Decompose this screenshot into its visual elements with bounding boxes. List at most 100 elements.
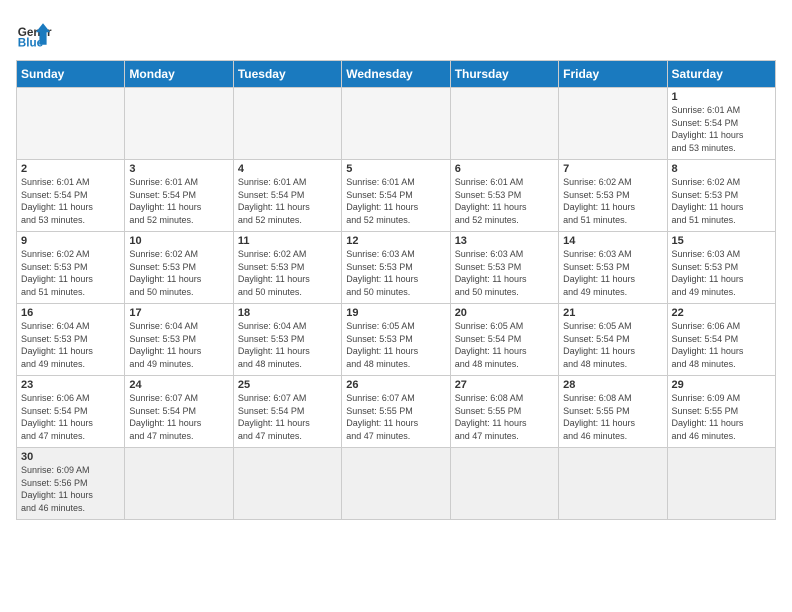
weekday-header-saturday: Saturday <box>667 61 775 88</box>
calendar-cell: 28Sunrise: 6:08 AM Sunset: 5:55 PM Dayli… <box>559 376 667 448</box>
calendar-cell: 26Sunrise: 6:07 AM Sunset: 5:55 PM Dayli… <box>342 376 450 448</box>
day-info: Sunrise: 6:01 AM Sunset: 5:53 PM Dayligh… <box>455 176 554 226</box>
calendar-table: SundayMondayTuesdayWednesdayThursdayFrid… <box>16 60 776 520</box>
day-number: 6 <box>455 163 554 175</box>
day-number: 7 <box>563 163 662 175</box>
day-info: Sunrise: 6:02 AM Sunset: 5:53 PM Dayligh… <box>563 176 662 226</box>
calendar-cell: 13Sunrise: 6:03 AM Sunset: 5:53 PM Dayli… <box>450 232 558 304</box>
day-number: 3 <box>129 163 228 175</box>
day-number: 4 <box>238 163 337 175</box>
calendar-cell <box>125 88 233 160</box>
calendar-cell: 5Sunrise: 6:01 AM Sunset: 5:54 PM Daylig… <box>342 160 450 232</box>
calendar-cell <box>17 88 125 160</box>
calendar-cell: 21Sunrise: 6:05 AM Sunset: 5:54 PM Dayli… <box>559 304 667 376</box>
day-number: 28 <box>563 379 662 391</box>
calendar-cell: 8Sunrise: 6:02 AM Sunset: 5:53 PM Daylig… <box>667 160 775 232</box>
day-info: Sunrise: 6:09 AM Sunset: 5:55 PM Dayligh… <box>672 392 771 442</box>
day-number: 12 <box>346 235 445 247</box>
day-number: 20 <box>455 307 554 319</box>
day-info: Sunrise: 6:01 AM Sunset: 5:54 PM Dayligh… <box>346 176 445 226</box>
calendar-cell: 22Sunrise: 6:06 AM Sunset: 5:54 PM Dayli… <box>667 304 775 376</box>
day-number: 23 <box>21 379 120 391</box>
calendar-week-4: 16 Sunrise: 6:04 AM Sunset: 5:53 PM Dayli… <box>17 304 776 376</box>
calendar-cell <box>559 88 667 160</box>
day-info: Sunrise: 6:01 AM Sunset: 5:54 PM Dayligh… <box>21 176 120 226</box>
day-number: 27 <box>455 379 554 391</box>
day-info: Sunrise: 6:03 AM Sunset: 5:53 PM Dayligh… <box>455 248 554 298</box>
calendar-cell: 3Sunrise: 6:01 AM Sunset: 5:54 PM Daylig… <box>125 160 233 232</box>
calendar-cell: 25Sunrise: 6:07 AM Sunset: 5:54 PM Dayli… <box>233 376 341 448</box>
calendar-cell: 18Sunrise: 6:04 AM Sunset: 5:53 PM Dayli… <box>233 304 341 376</box>
day-number: 26 <box>346 379 445 391</box>
day-info: Sunrise: 6:04 AM Sunset: 5:53 PM Dayligh… <box>129 320 228 370</box>
calendar-cell <box>233 448 341 520</box>
calendar-cell: 11Sunrise: 6:02 AM Sunset: 5:53 PM Dayli… <box>233 232 341 304</box>
day-info: Sunrise: 6:01 AM Sunset: 5:54 PM Dayligh… <box>129 176 228 226</box>
page-header: General Blue <box>16 16 776 52</box>
day-number: 19 <box>346 307 445 319</box>
day-info: Sunrise: 6:09 AM Sunset: 5:56 PM Dayligh… <box>21 464 120 514</box>
day-number: 2 <box>21 163 120 175</box>
logo: General Blue <box>16 16 52 52</box>
weekday-header-thursday: Thursday <box>450 61 558 88</box>
calendar-cell: 24Sunrise: 6:07 AM Sunset: 5:54 PM Dayli… <box>125 376 233 448</box>
day-info: Sunrise: 6:06 AM Sunset: 5:54 PM Dayligh… <box>21 392 120 442</box>
day-number: 15 <box>672 235 771 247</box>
day-number: 18 <box>238 307 337 319</box>
calendar-cell <box>450 448 558 520</box>
day-info: Sunrise: 6:01 AM Sunset: 5:54 PM Dayligh… <box>672 104 771 154</box>
calendar-cell: 15Sunrise: 6:03 AM Sunset: 5:53 PM Dayli… <box>667 232 775 304</box>
day-number: 1 <box>672 91 771 103</box>
day-info: Sunrise: 6:05 AM Sunset: 5:53 PM Dayligh… <box>346 320 445 370</box>
calendar-cell: 30Sunrise: 6:09 AM Sunset: 5:56 PM Dayli… <box>17 448 125 520</box>
calendar-cell: 12Sunrise: 6:03 AM Sunset: 5:53 PM Dayli… <box>342 232 450 304</box>
day-number: 11 <box>238 235 337 247</box>
day-info: Sunrise: 6:03 AM Sunset: 5:53 PM Dayligh… <box>563 248 662 298</box>
calendar-cell <box>342 88 450 160</box>
calendar-cell: 23Sunrise: 6:06 AM Sunset: 5:54 PM Dayli… <box>17 376 125 448</box>
calendar-week-1: 1Sunrise: 6:01 AM Sunset: 5:54 PM Daylig… <box>17 88 776 160</box>
calendar-cell: 7Sunrise: 6:02 AM Sunset: 5:53 PM Daylig… <box>559 160 667 232</box>
day-info: Sunrise: 6:08 AM Sunset: 5:55 PM Dayligh… <box>455 392 554 442</box>
calendar-cell: 6Sunrise: 6:01 AM Sunset: 5:53 PM Daylig… <box>450 160 558 232</box>
day-number: 9 <box>21 235 120 247</box>
calendar-cell <box>233 88 341 160</box>
day-info: Sunrise: 6:02 AM Sunset: 5:53 PM Dayligh… <box>129 248 228 298</box>
weekday-header-wednesday: Wednesday <box>342 61 450 88</box>
calendar-week-5: 23Sunrise: 6:06 AM Sunset: 5:54 PM Dayli… <box>17 376 776 448</box>
weekday-header-friday: Friday <box>559 61 667 88</box>
day-info: Sunrise: 6:01 AM Sunset: 5:54 PM Dayligh… <box>238 176 337 226</box>
day-info: Sunrise: 6:02 AM Sunset: 5:53 PM Dayligh… <box>672 176 771 226</box>
day-number: 24 <box>129 379 228 391</box>
day-info: Sunrise: 6:05 AM Sunset: 5:54 PM Dayligh… <box>455 320 554 370</box>
calendar-cell: 1Sunrise: 6:01 AM Sunset: 5:54 PM Daylig… <box>667 88 775 160</box>
day-number: 17 <box>129 307 228 319</box>
weekday-header-monday: Monday <box>125 61 233 88</box>
day-info: Sunrise: 6:06 AM Sunset: 5:54 PM Dayligh… <box>672 320 771 370</box>
calendar-cell: 2Sunrise: 6:01 AM Sunset: 5:54 PM Daylig… <box>17 160 125 232</box>
day-number: 5 <box>346 163 445 175</box>
calendar-cell: 10Sunrise: 6:02 AM Sunset: 5:53 PM Dayli… <box>125 232 233 304</box>
day-number: 16 <box>21 307 120 319</box>
day-number: 21 <box>563 307 662 319</box>
day-info: Sunrise: 6:08 AM Sunset: 5:55 PM Dayligh… <box>563 392 662 442</box>
day-info: Sunrise: 6:03 AM Sunset: 5:53 PM Dayligh… <box>346 248 445 298</box>
calendar-cell: 9Sunrise: 6:02 AM Sunset: 5:53 PM Daylig… <box>17 232 125 304</box>
calendar-week-2: 2Sunrise: 6:01 AM Sunset: 5:54 PM Daylig… <box>17 160 776 232</box>
day-info: Sunrise: 6:02 AM Sunset: 5:53 PM Dayligh… <box>21 248 120 298</box>
calendar-cell: 16Sunrise: 6:04 AM Sunset: 5:53 PM Dayli… <box>17 304 125 376</box>
logo-icon: General Blue <box>16 16 52 52</box>
weekday-header-sunday: Sunday <box>17 61 125 88</box>
calendar-cell: 17Sunrise: 6:04 AM Sunset: 5:53 PM Dayli… <box>125 304 233 376</box>
day-number: 30 <box>21 451 120 463</box>
calendar-cell <box>125 448 233 520</box>
day-number: 13 <box>455 235 554 247</box>
day-number: 8 <box>672 163 771 175</box>
calendar-cell <box>342 448 450 520</box>
day-number: 10 <box>129 235 228 247</box>
calendar-cell: 19Sunrise: 6:05 AM Sunset: 5:53 PM Dayli… <box>342 304 450 376</box>
day-number: 14 <box>563 235 662 247</box>
calendar-cell: 4Sunrise: 6:01 AM Sunset: 5:54 PM Daylig… <box>233 160 341 232</box>
day-info: Sunrise: 6:07 AM Sunset: 5:55 PM Dayligh… <box>346 392 445 442</box>
day-info: Sunrise: 6:05 AM Sunset: 5:54 PM Dayligh… <box>563 320 662 370</box>
